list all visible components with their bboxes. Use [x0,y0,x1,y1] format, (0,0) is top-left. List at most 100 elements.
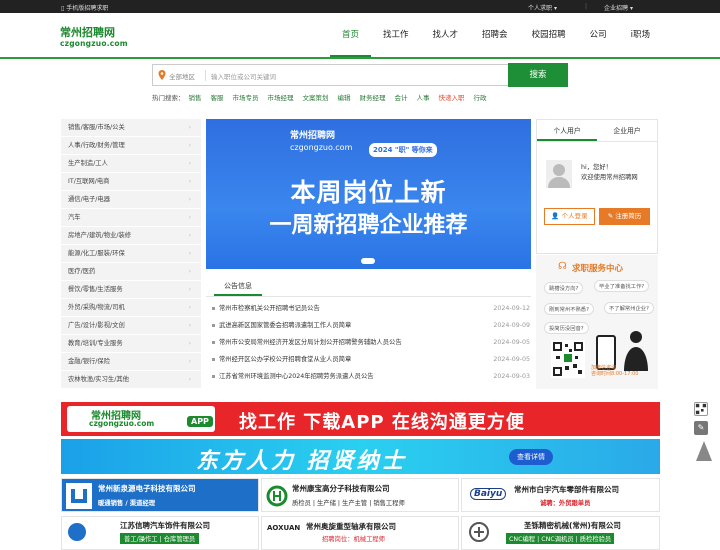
site-logo[interactable]: 常州招聘网 czgongzuo.com [60,27,130,55]
notice-item[interactable]: 常州市检察机关公开招聘书记员公告 2024-09-12 [212,302,530,316]
chevron-right-icon: › [188,124,191,131]
notice-item[interactable]: 武进高新区国家管委会招聘派遣制工作人员简章 2024-09-09 [212,319,530,333]
category-item[interactable]: 通信/电子/电器 › [61,191,201,209]
nav-find-job[interactable]: 找工作 [371,13,421,57]
chevron-right-icon: › [188,322,191,329]
notice-item[interactable]: 常州市公安局常州经济开发区分局计划公开招聘警务辅助人员公告 2024-09-05 [212,336,530,350]
notice-item[interactable]: 江苏省常州环境监测中心2024年招聘劳务派遣人员公告 2024-09-03 [212,370,530,384]
notice-item[interactable]: 常州经开区公办学校公开招聘食堂从业人员简章 2024-09-05 [212,353,530,367]
tab-personal-user[interactable]: 个人用户 [537,120,597,141]
chevron-right-icon: › [188,196,191,203]
banner-subline: 一周新招聘企业推荐 [269,213,468,238]
hot-item[interactable]: 编辑 [338,94,351,102]
category-menu: 销售/客服/市场/公关 › 人事/行政/财务/管理 › 生产制造/工人 › IT/互联… [61,119,201,389]
category-item[interactable]: 销售/客服/市场/公关 › [61,119,201,137]
banner-headline: 本周岗位上新 [290,178,447,207]
divider [205,70,206,81]
qr-code-icon[interactable] [694,402,708,416]
search-box: 全部地区 输入职位或公司关键词 [152,64,509,86]
edit-icon[interactable]: ✎ [694,421,708,435]
company-logo [266,485,288,507]
hot-item[interactable]: 客服 [211,94,224,102]
nav-campus[interactable]: 校园招聘 [520,13,578,57]
company-ad[interactable]: 常州康宝高分子科技有限公司 质检员 | 生产储 | 生产主管 | 销售工程师 [261,478,459,512]
hot-item[interactable]: 会计 [395,94,408,102]
chevron-down-icon: ▾ [553,5,557,12]
nav-home[interactable]: 首页 [330,13,372,57]
chevron-right-icon: › [188,340,191,347]
hero-banner[interactable]: 常州招聘网 czgongzuo.com 2024 "职" 等你来 本周岗位上新 … [206,119,531,269]
company-ad[interactable]: Baiyu 常州市白宇汽车零部件有限公司 诚聘：外贸跟单员 [461,478,660,512]
hot-item[interactable]: 快递入职 [439,94,465,102]
tab-notices[interactable]: 公告信息 [214,276,262,296]
qr-code [551,340,585,378]
category-item[interactable]: 金融/银行/保险 › [61,353,201,371]
company-logo: Baiyu [470,488,507,500]
headset-icon: ☊ [558,261,567,272]
ad-banner-dongfang[interactable]: 东方人力 招贤纳士 查看详情 [61,439,660,474]
carousel-dot[interactable] [361,258,375,264]
category-item[interactable]: 餐饮/零售/生活服务 › [61,281,201,299]
category-item[interactable]: 生产制造/工人 › [61,155,201,173]
tab-company-user[interactable]: 企业用户 [597,120,657,141]
category-item[interactable]: 人事/行政/财务/管理 › [61,137,201,155]
hot-item[interactable]: 行政 [474,94,487,102]
category-item[interactable]: 农林牧渔/实习生/其他 › [61,371,201,389]
company-menu[interactable]: 企业招聘 ▾ [604,3,633,12]
chevron-right-icon: › [188,358,191,365]
hot-item[interactable]: 市场专员 [233,94,259,102]
hot-item[interactable]: 市场经理 [268,94,294,102]
company-ad[interactable]: 圣铄精密机械(常州)有限公司 CNC编程 | CNC调机员 | 质检检验员 [461,516,660,550]
nav-iworkplace[interactable]: i职场 [619,13,662,57]
category-item[interactable]: 能源/化工/服装/环保 › [61,245,201,263]
back-to-top-icon[interactable] [696,441,712,461]
divider [206,296,531,297]
top-bar: ▯ 手机版招聘求职 个人求职 ▾ | 企业招聘 ▾ [0,0,720,13]
category-item[interactable]: 汽车 › [61,209,201,227]
company-ad[interactable]: 江苏信聘汽车饰件有限公司 普工/操作工 | 仓库管理员 [61,516,259,550]
chevron-right-icon: › [188,232,191,239]
nav-company[interactable]: 公司 [578,13,619,57]
category-item[interactable]: 外贸/采购/物流/司机 › [61,299,201,317]
category-item[interactable]: 广告/设计/影视/文创 › [61,317,201,335]
chevron-right-icon: › [188,376,191,383]
nav-find-talent[interactable]: 找人才 [421,13,471,57]
notice-panel: 公告信息 常州市检察机关公开招聘书记员公告 2024-09-12 武进高新区国家管… [206,276,531,389]
personal-menu[interactable]: 个人求职 ▾ [528,3,557,12]
company-logo: AOXUAN [267,524,301,532]
search-button[interactable]: 搜索 [508,63,568,87]
main-nav: 首页 找工作 找人才 招聘会 校园招聘 公司 i职场 [330,13,662,59]
search-input[interactable]: 输入职位或公司关键词 [211,71,276,81]
mobile-link[interactable]: ▯ 手机版招聘求职 [61,3,108,12]
hot-item[interactable]: 销售 [189,94,202,102]
phone-icon: ▯ [61,5,65,12]
user-icon: 👤 [551,212,560,220]
register-button[interactable]: ✎ 注册简历 [599,208,650,225]
nav-job-fair[interactable]: 招聘会 [470,13,520,57]
chevron-right-icon: › [188,268,191,275]
banner-tag: 2024 "职" 等你来 [369,143,437,157]
login-button[interactable]: 👤 个人登录 [544,208,595,225]
company-ad[interactable]: AOXUAN 常州奥旋重型轴承有限公司 招聘岗位：机械工程师 [261,516,459,550]
category-item[interactable]: 房地产/建筑/物业/装修 › [61,227,201,245]
chevron-right-icon: › [188,286,191,293]
hot-item[interactable]: 财务经理 [360,94,386,102]
category-item[interactable]: 教育/培训/专业服务 › [61,335,201,353]
chevron-right-icon: › [188,160,191,167]
company-ad[interactable]: 常州新泉源电子科技有限公司 暖通销售 / 渠道经理 [61,478,259,512]
user-login-box: 个人用户 企业用户 hi，您好！ 欢迎使用常州招聘网 👤 个人登录 ✎ 注册简历 [536,119,658,254]
divider: | [585,3,588,10]
hot-item[interactable]: 人事 [417,94,430,102]
hot-item[interactable]: 文案策划 [303,94,329,102]
chevron-right-icon: › [188,214,191,221]
app-download-banner[interactable]: 常州招聘网 czgongzuo.com APP 找工作 下载APP 在线沟通更方… [61,402,660,436]
area-select[interactable]: 全部地区 [169,71,195,81]
edit-icon: ✎ [607,212,614,220]
hot-search: 热门搜索： 销售 客服 市场专员 市场经理 文案策划 编辑 财务经理 会计 人事 快递入职 行政 [152,94,487,102]
category-item[interactable]: IT/互联网/电商 › [61,173,201,191]
view-details-button[interactable]: 查看详情 [509,449,553,465]
chevron-right-icon: › [188,250,191,257]
chevron-right-icon: › [188,142,191,149]
chevron-down-icon: ▾ [629,5,633,12]
category-item[interactable]: 医疗/医药 › [61,263,201,281]
